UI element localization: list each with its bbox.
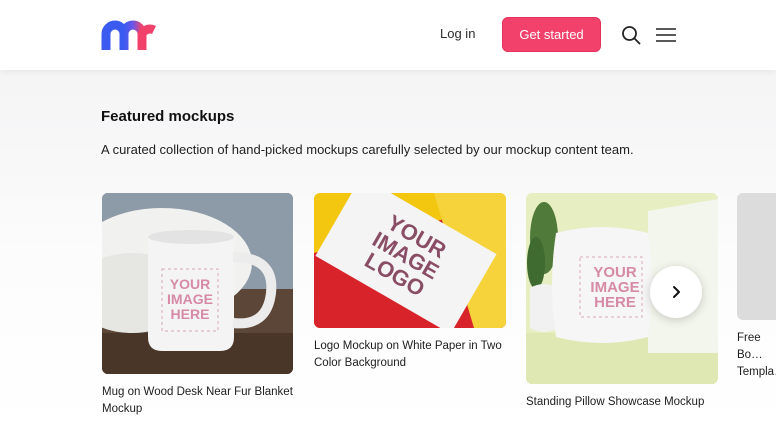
carousel-next-button[interactable]	[650, 266, 702, 318]
image-placeholder-text: YOUR	[170, 276, 210, 292]
top-nav: Log in Get started	[0, 0, 776, 70]
login-link[interactable]: Log in	[440, 26, 475, 41]
mockup-thumbnail[interactable]: YOUR IMAGE HERE	[102, 193, 293, 374]
mockup-thumbnail[interactable]	[737, 193, 776, 320]
image-placeholder-text: IMAGE	[167, 291, 213, 307]
mockup-title[interactable]: Logo Mockup on White Paper in Two Color …	[314, 338, 506, 372]
section-title: Featured mockups	[101, 108, 235, 125]
section-subtitle: A curated collection of hand-picked mock…	[101, 142, 634, 157]
mockup-card[interactable]: YOUR IMAGE LOGO Logo Mockup on White Pap…	[314, 193, 506, 372]
mockup-thumbnail[interactable]: YOUR IMAGE LOGO	[314, 193, 506, 328]
mockup-title[interactable]: Standing Pillow Showcase Mockup	[526, 394, 718, 411]
get-started-button[interactable]: Get started	[502, 17, 601, 52]
m-logo-icon[interactable]	[101, 20, 159, 50]
mockup-title[interactable]: Free Bo… Templa…	[737, 330, 776, 381]
mockup-title[interactable]: Mug on Wood Desk Near Fur Blanket Mockup	[102, 384, 293, 418]
image-placeholder-text: HERE	[171, 306, 210, 322]
menu-icon[interactable]	[655, 24, 677, 46]
chevron-right-icon	[673, 286, 680, 298]
search-icon[interactable]	[620, 24, 642, 46]
mockup-card[interactable]: Free Bo… Templa…	[737, 193, 776, 381]
mockup-card[interactable]: YOUR IMAGE HERE Mug on Wood Desk Near Fu…	[102, 193, 293, 418]
image-placeholder-text: HERE	[594, 294, 636, 311]
